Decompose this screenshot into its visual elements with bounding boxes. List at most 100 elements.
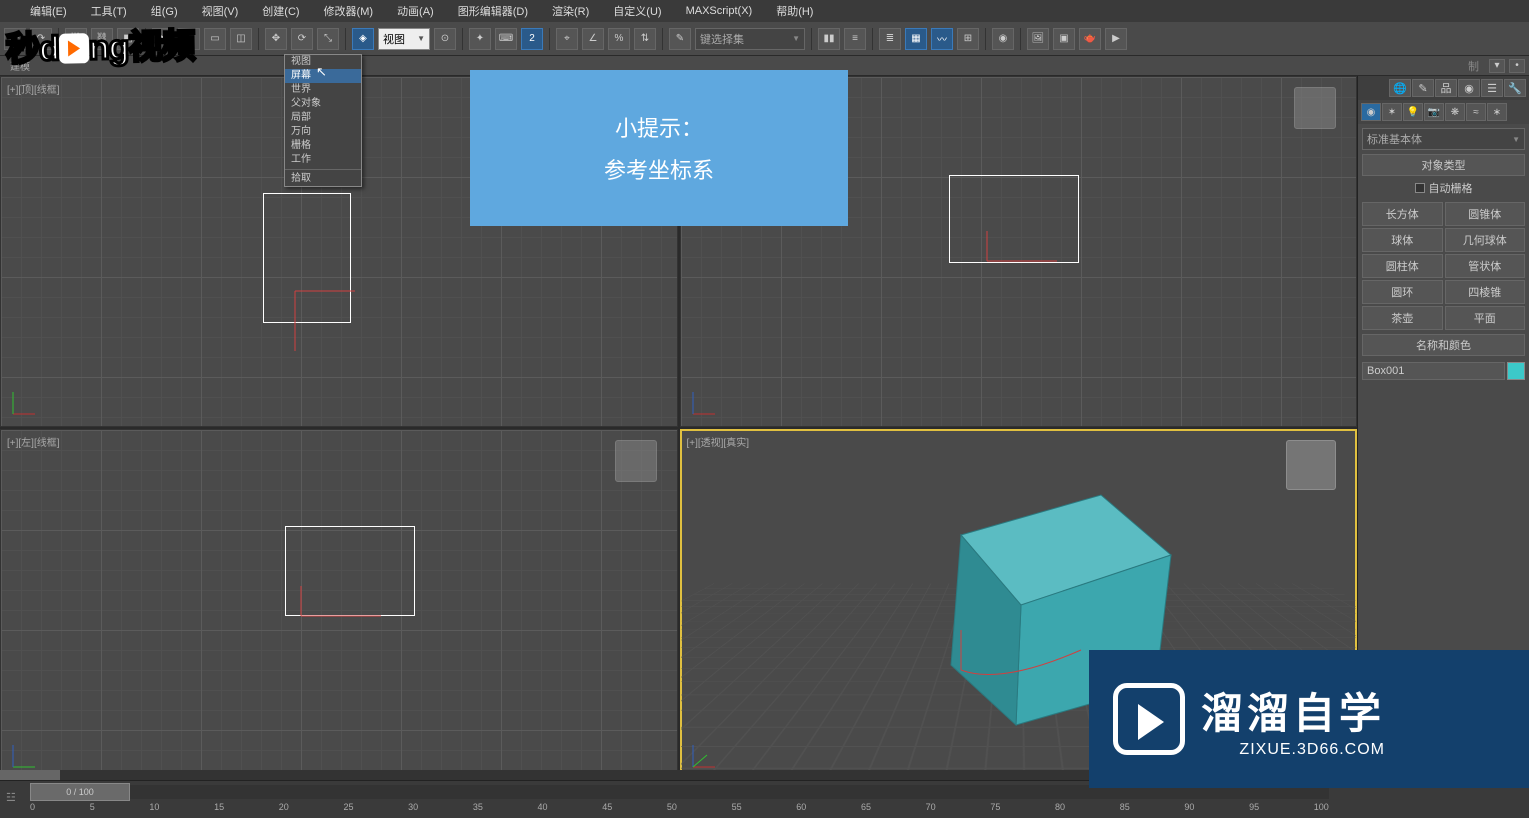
btn-teapot[interactable]: 茶壶	[1362, 306, 1443, 330]
scale-icon[interactable]: ⤡	[317, 28, 339, 50]
viewcube-icon[interactable]	[1286, 440, 1336, 490]
menu-anim[interactable]: 动画(A)	[391, 1, 440, 21]
tick: 75	[990, 802, 1000, 816]
select-manipulate-icon[interactable]: ✦	[469, 28, 491, 50]
btn-geosphere[interactable]: 几何球体	[1445, 228, 1526, 252]
tick: 25	[343, 802, 353, 816]
btn-torus[interactable]: 圆环	[1362, 280, 1443, 304]
material-icon[interactable]: ◉	[992, 28, 1014, 50]
primitive-buttons: 长方体 圆锥体 球体 几何球体 圆柱体 管状体 圆环 四棱锥 茶壶 平面	[1362, 202, 1525, 330]
sub-lights-icon[interactable]: 💡	[1403, 103, 1423, 121]
snap-toggle-icon[interactable]: ⌖	[556, 28, 578, 50]
dd-option-gimbal[interactable]: 万向	[285, 125, 361, 139]
tick: 50	[667, 802, 677, 816]
render-frame-icon[interactable]: ▣	[1053, 28, 1075, 50]
tick: 45	[602, 802, 612, 816]
menu-render[interactable]: 渲染(R)	[546, 1, 595, 21]
viewport-left[interactable]: [+][左][线框]	[0, 429, 678, 780]
render-prod-icon[interactable]: ▶	[1105, 28, 1127, 50]
object-name-input[interactable]: Box001	[1362, 362, 1505, 380]
layer-icon[interactable]: ≣	[879, 28, 901, 50]
menu-maxscript[interactable]: MAXScript(X)	[680, 3, 759, 19]
tick: 100	[1314, 802, 1329, 816]
menu-tools[interactable]: 工具(T)	[85, 1, 133, 21]
tab-edit-icon[interactable]: ✎	[1412, 79, 1434, 97]
schematic-icon[interactable]: ⊞	[957, 28, 979, 50]
auto-grid-label: 自动栅格	[1429, 180, 1473, 196]
menu-help[interactable]: 帮助(H)	[770, 1, 819, 21]
ref-coord-dropdown[interactable]: 视图	[378, 28, 430, 50]
btn-plane[interactable]: 平面	[1445, 306, 1526, 330]
tab-util-icon[interactable]: 🔧	[1504, 79, 1526, 97]
pin-icon[interactable]: •	[1509, 59, 1525, 73]
percent-snap-icon[interactable]: %	[608, 28, 630, 50]
dd-option-world[interactable]: 世界	[285, 83, 361, 97]
edit-named-sel-icon[interactable]: ✎	[669, 28, 691, 50]
create-subtabs: ◉ ✶ 💡 📷 ❋ ≈ ∗	[1358, 100, 1529, 124]
sub-helpers-icon[interactable]: ❋	[1445, 103, 1465, 121]
render-setup-icon[interactable]: 🖼	[1027, 28, 1049, 50]
keyboard-icon[interactable]: ⌨	[495, 28, 517, 50]
select-region-icon[interactable]: ▭	[204, 28, 226, 50]
auto-grid-checkbox[interactable]	[1415, 183, 1425, 193]
tick: 10	[149, 802, 159, 816]
move-icon[interactable]: ✥	[265, 28, 287, 50]
spinner-snap-icon[interactable]: ⇅	[634, 28, 656, 50]
brand-url: ZIXUE.3D66.COM	[1201, 741, 1385, 759]
brand-play-icon	[1113, 683, 1185, 755]
tick: 40	[538, 802, 548, 816]
ref-coord-icon[interactable]: ◈	[352, 28, 374, 50]
btn-cone[interactable]: 圆锥体	[1445, 202, 1526, 226]
dd-option-pick[interactable]: 拾取	[285, 172, 361, 186]
tab-motion-icon[interactable]: ◉	[1458, 79, 1480, 97]
sub-space-icon[interactable]: ≈	[1466, 103, 1486, 121]
category-dropdown[interactable]: 标准基本体	[1362, 128, 1525, 150]
dd-option-local[interactable]: 局部	[285, 111, 361, 125]
gizmo-persp	[961, 640, 1101, 700]
menu-create[interactable]: 创建(C)	[256, 1, 305, 21]
dd-option-parent[interactable]: 父对象	[285, 97, 361, 111]
tick: 35	[473, 802, 483, 816]
btn-tube[interactable]: 管状体	[1445, 254, 1526, 278]
tab-display-icon[interactable]: ☰	[1481, 79, 1503, 97]
named-selection-dropdown[interactable]: 键选择集	[695, 28, 805, 50]
axis-gizmo-icon	[9, 388, 39, 418]
menu-custom[interactable]: 自定义(U)	[607, 1, 667, 21]
tab-globe-icon[interactable]: 🌐	[1389, 79, 1411, 97]
btn-pyramid[interactable]: 四棱锥	[1445, 280, 1526, 304]
angle-snap-icon[interactable]: ∠	[582, 28, 604, 50]
align-icon[interactable]: ≡	[844, 28, 866, 50]
menu-edit[interactable]: 编辑(E)	[24, 1, 73, 21]
object-color-swatch[interactable]	[1507, 362, 1525, 380]
rotate-icon[interactable]: ⟳	[291, 28, 313, 50]
time-slider[interactable]: 0 / 100	[30, 783, 130, 801]
btn-cylinder[interactable]: 圆柱体	[1362, 254, 1443, 278]
cursor-icon: ↖	[316, 64, 327, 80]
menu-graph[interactable]: 图形编辑器(D)	[452, 1, 534, 21]
sub-cameras-icon[interactable]: 📷	[1424, 103, 1444, 121]
section-name-color[interactable]: 名称和颜色	[1362, 334, 1525, 356]
dd-option-working[interactable]: 工作	[285, 153, 361, 167]
collapse-icon[interactable]: ▾	[1489, 59, 1505, 73]
window-crossing-icon[interactable]: ◫	[230, 28, 252, 50]
section-object-type[interactable]: 对象类型	[1362, 154, 1525, 176]
sub-shapes-icon[interactable]: ✶	[1382, 103, 1402, 121]
mirror-icon[interactable]: ▮▮	[818, 28, 840, 50]
menu-modifier[interactable]: 修改器(M)	[318, 1, 380, 21]
trackbar-icon[interactable]: ☳	[6, 791, 16, 804]
btn-box[interactable]: 长方体	[1362, 202, 1443, 226]
dd-option-grid[interactable]: 栅格	[285, 139, 361, 153]
sub-geometry-icon[interactable]: ◉	[1361, 103, 1381, 121]
pivot-icon[interactable]: ⊙	[434, 28, 456, 50]
viewcube-icon[interactable]	[615, 440, 657, 482]
tick: 65	[861, 802, 871, 816]
graphite-icon[interactable]: ▦	[905, 28, 927, 50]
menu-view[interactable]: 视图(V)	[196, 1, 245, 21]
btn-sphere[interactable]: 球体	[1362, 228, 1443, 252]
sub-systems-icon[interactable]: ∗	[1487, 103, 1507, 121]
render-icon[interactable]: 🫖	[1079, 28, 1101, 50]
tab-hier-icon[interactable]: 品	[1435, 79, 1457, 97]
snap-2d-icon[interactable]: 2	[521, 28, 543, 50]
viewcube-icon[interactable]	[1294, 87, 1336, 129]
curve-editor-icon[interactable]: 〰	[931, 28, 953, 50]
